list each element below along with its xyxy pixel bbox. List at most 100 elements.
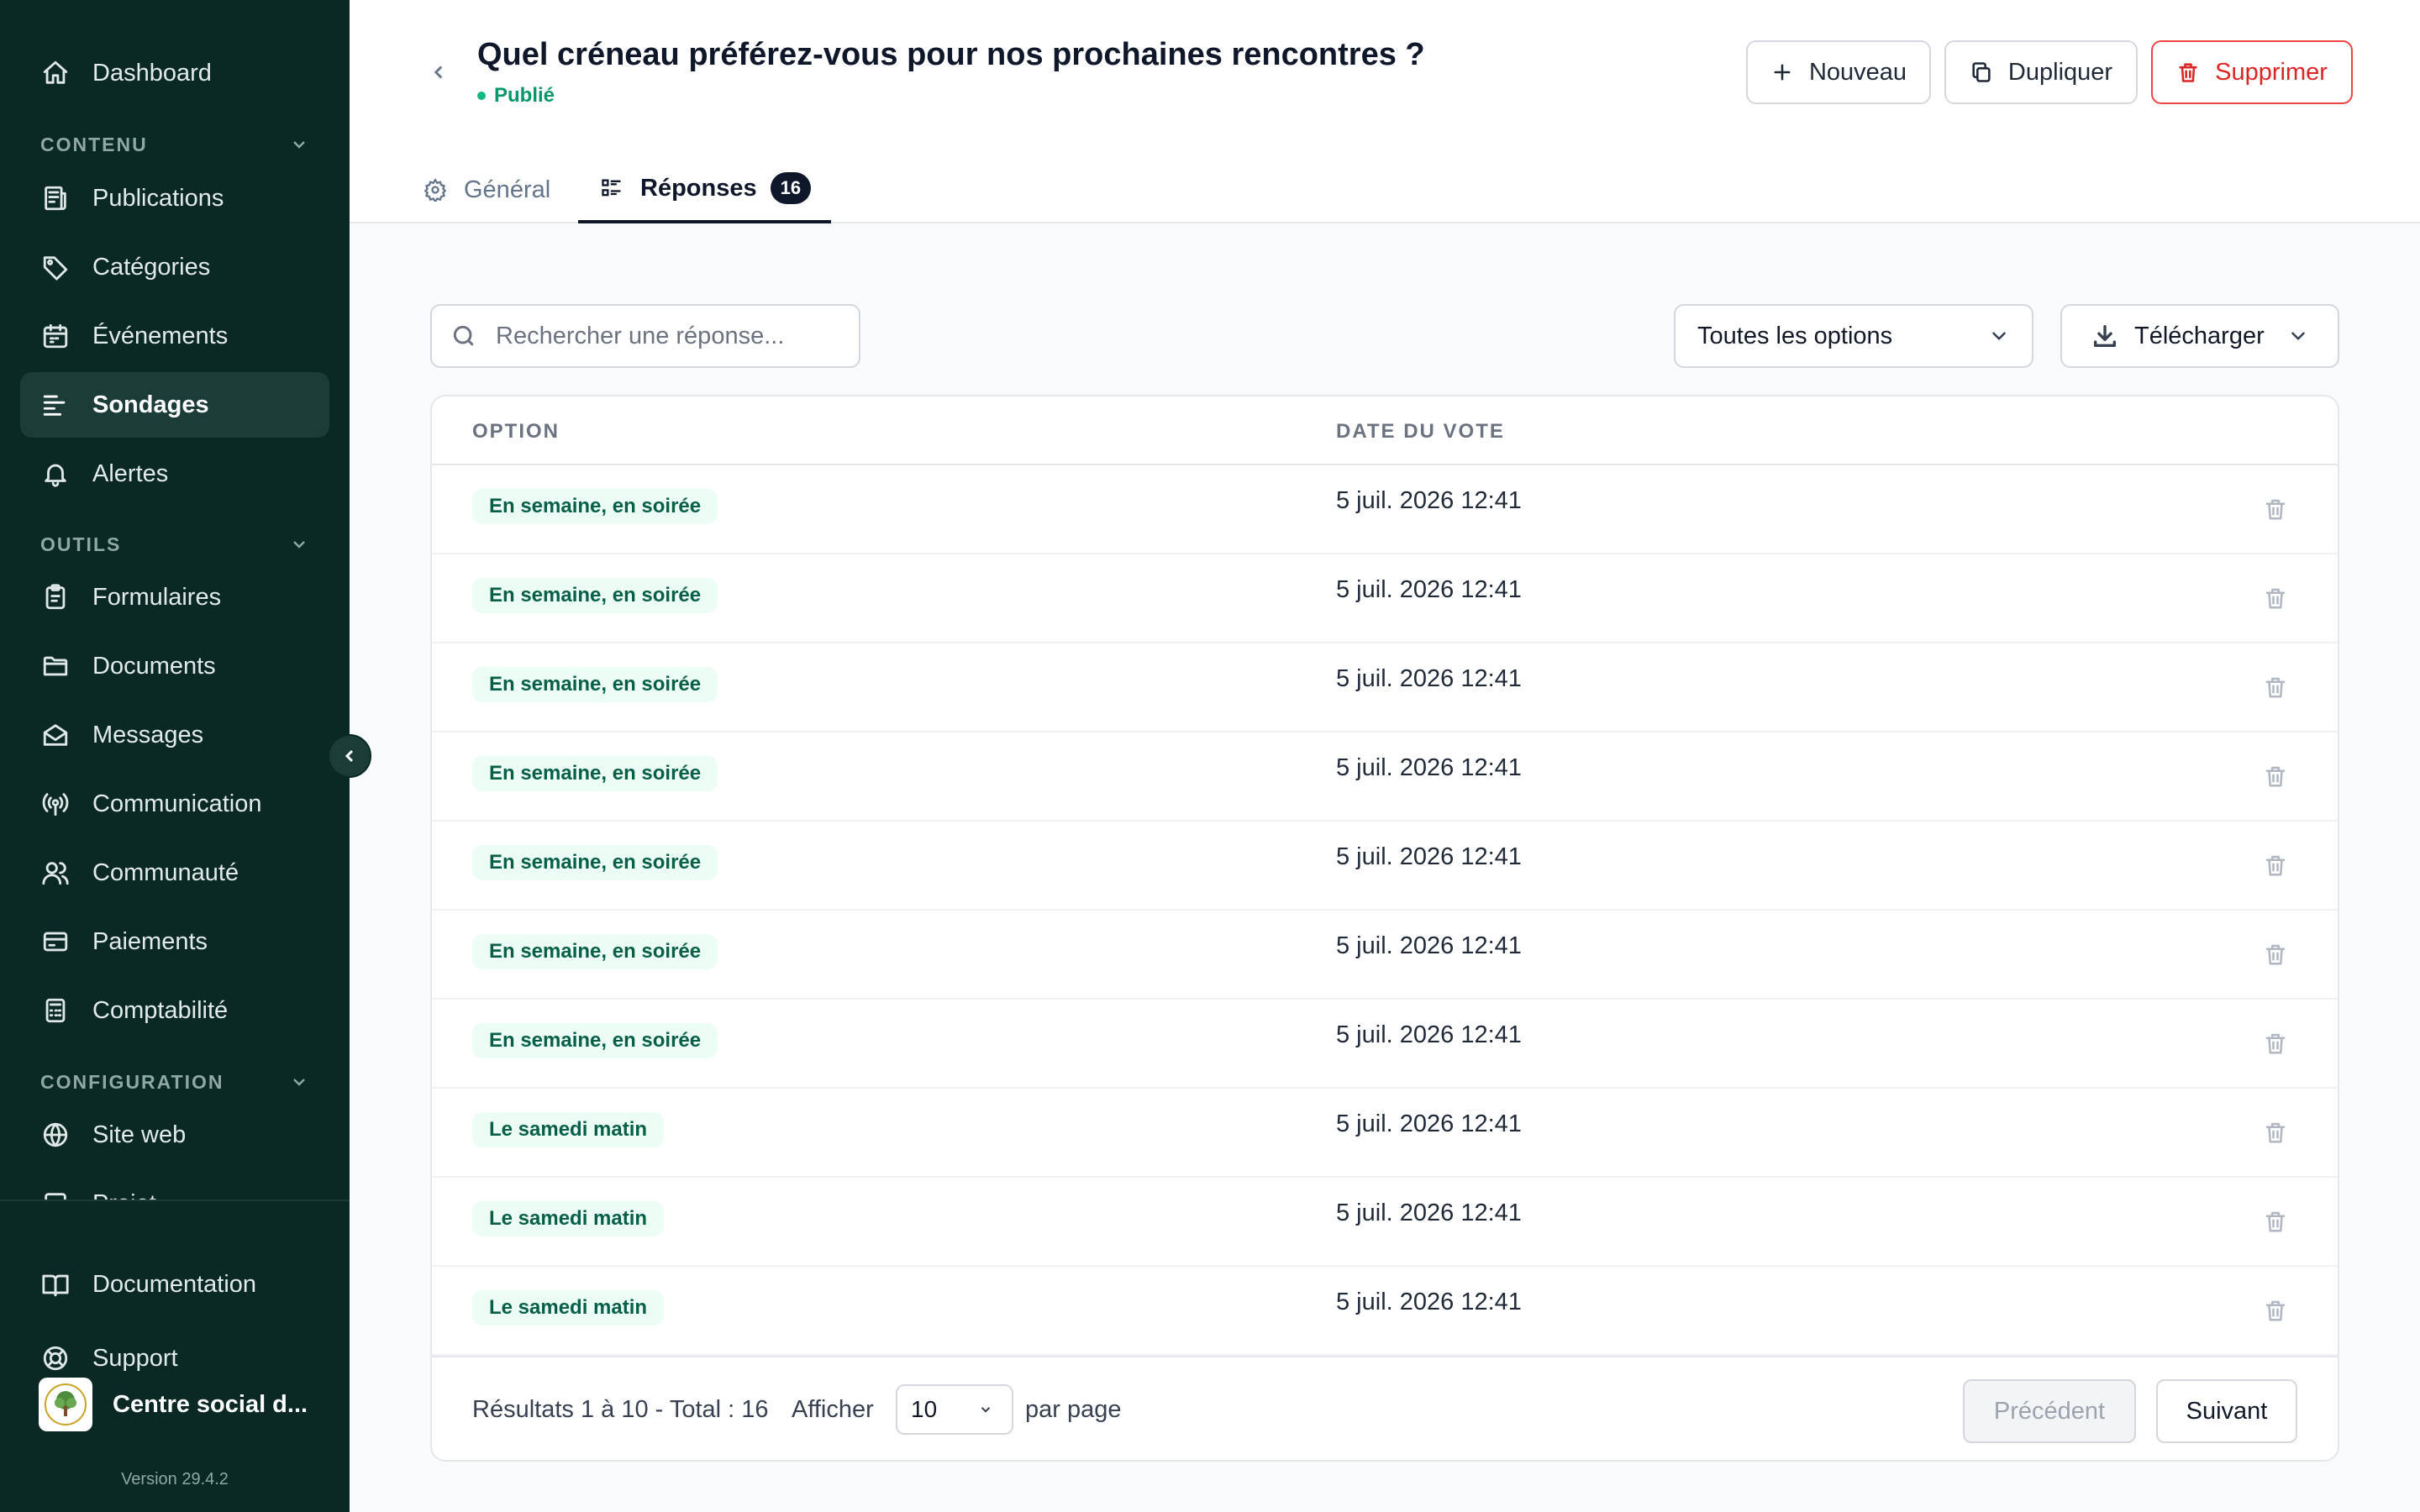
- back-button[interactable]: [422, 55, 455, 89]
- sidebar-item-communication[interactable]: Communication: [20, 771, 329, 837]
- sidebar-item-label: Projet: [92, 1190, 156, 1200]
- status-badge: Publié: [477, 84, 555, 108]
- previous-page-button[interactable]: Précédent: [1963, 1379, 2136, 1443]
- table-row: En semaine, en soirée 5 juil. 2026 12:41: [432, 643, 2338, 732]
- trash-icon: [2265, 1300, 2286, 1321]
- sidebar-item-alertes[interactable]: Alertes: [20, 441, 329, 507]
- list-details-icon: [602, 179, 621, 197]
- sidebar-item-documentation[interactable]: Documentation: [20, 1252, 329, 1317]
- option-badge: En semaine, en soirée: [472, 489, 718, 524]
- table-row: En semaine, en soirée 5 juil. 2026 12:41: [432, 911, 2338, 1000]
- option-badge: En semaine, en soirée: [472, 1023, 718, 1058]
- sidebar: Dashboard CONTENU Publications Catégorie…: [0, 0, 350, 1512]
- users-icon: [40, 858, 71, 888]
- sidebar-item-comptabilite[interactable]: Comptabilité: [20, 978, 329, 1043]
- sidebar-item-projet[interactable]: Projet: [20, 1171, 329, 1200]
- search-icon: [453, 325, 474, 346]
- sidebar-item-dashboard[interactable]: Dashboard: [20, 40, 329, 106]
- tab-responses[interactable]: Réponses 16: [578, 156, 832, 223]
- delete-response-button[interactable]: [2260, 761, 2291, 791]
- download-button[interactable]: Télécharger: [2060, 304, 2339, 368]
- sidebar-item-label: Messages: [92, 721, 204, 748]
- option-badge: En semaine, en soirée: [472, 578, 718, 613]
- sidebar-item-label: Comptabilité: [92, 996, 229, 1024]
- sidebar-item-label: Documents: [92, 652, 216, 680]
- responses-table: OPTION DATE DU VOTE En semaine, en soiré…: [430, 395, 2339, 1462]
- collapse-sidebar-button[interactable]: [328, 734, 371, 778]
- sidebar-item-formulaires[interactable]: Formulaires: [20, 564, 329, 630]
- section-configuration[interactable]: CONFIGURATION: [40, 1065, 309, 1099]
- delete-response-button[interactable]: [2260, 672, 2291, 702]
- lifebuoy-icon: [40, 1343, 71, 1373]
- sidebar-item-label: Paiements: [92, 927, 208, 955]
- sidebar-item-label: Publications: [92, 184, 224, 212]
- organization-switcher[interactable]: Centre social d...: [39, 1378, 324, 1431]
- vote-date: 5 juil. 2026 12:41: [1336, 487, 1522, 514]
- next-page-button[interactable]: Suivant: [2156, 1379, 2297, 1443]
- trash-icon: [2265, 1211, 2286, 1232]
- sidebar-item-site-web[interactable]: Site web: [20, 1102, 329, 1168]
- chevron-down-icon: [981, 1407, 991, 1413]
- section-label: CONTENU: [40, 133, 148, 155]
- sidebar-nav[interactable]: Dashboard CONTENU Publications Catégorie…: [0, 0, 350, 1200]
- search-input[interactable]: [496, 322, 849, 350]
- search-field[interactable]: [430, 304, 860, 368]
- show-label: Afficher: [792, 1396, 874, 1423]
- delete-response-button[interactable]: [2260, 1206, 2291, 1236]
- sidebar-item-messages[interactable]: Messages: [20, 702, 329, 768]
- sidebar-item-categories[interactable]: Catégories: [20, 234, 329, 300]
- trash-icon: [2265, 944, 2286, 965]
- delete-button[interactable]: Supprimer: [2151, 40, 2353, 104]
- sidebar-item-documents[interactable]: Documents: [20, 633, 329, 699]
- option-badge: Le samedi matin: [472, 1201, 665, 1236]
- delete-response-button[interactable]: [2260, 494, 2291, 524]
- option-badge: En semaine, en soirée: [472, 756, 718, 791]
- sidebar-item-label: Catégories: [92, 253, 211, 281]
- per-page-label: par page: [1025, 1396, 1122, 1423]
- sidebar-item-paiements[interactable]: Paiements: [20, 909, 329, 974]
- app-version: Version 29.4.2: [121, 1470, 229, 1488]
- calendar-icon: [40, 321, 71, 351]
- newspaper-icon: [40, 183, 71, 213]
- tab-general[interactable]: Général: [424, 156, 550, 223]
- duplicate-button[interactable]: Dupliquer: [1944, 40, 2138, 104]
- delete-response-button[interactable]: [2260, 1117, 2291, 1147]
- section-outils[interactable]: OUTILS: [40, 528, 309, 561]
- delete-response-button[interactable]: [2260, 1295, 2291, 1326]
- bell-icon: [40, 459, 71, 489]
- download-icon: [2093, 324, 2117, 348]
- new-button[interactable]: Nouveau: [1746, 40, 1931, 104]
- delete-response-button[interactable]: [2260, 583, 2291, 613]
- trash-icon: [2265, 677, 2286, 698]
- sidebar-item-label: Formulaires: [92, 583, 222, 611]
- status-dot: [477, 92, 486, 100]
- sidebar-item-publications[interactable]: Publications: [20, 165, 329, 231]
- delete-response-button[interactable]: [2260, 850, 2291, 880]
- column-header-date[interactable]: DATE DU VOTE: [1336, 420, 1505, 444]
- section-label: CONFIGURATION: [40, 1070, 224, 1093]
- sidebar-item-sondages[interactable]: Sondages: [20, 372, 329, 438]
- section-contenu[interactable]: CONTENU: [40, 128, 309, 161]
- per-page-select[interactable]: 10: [896, 1384, 1013, 1435]
- option-badge: En semaine, en soirée: [472, 667, 718, 702]
- sidebar-item-label: Communauté: [92, 858, 239, 886]
- organization-name: Centre social d...: [113, 1390, 308, 1418]
- organization-logo: [39, 1378, 92, 1431]
- sidebar-item-evenements[interactable]: Événements: [20, 303, 329, 369]
- trash-icon: [2265, 1033, 2286, 1054]
- clipboard-icon: [40, 582, 71, 612]
- option-badge: Le samedi matin: [472, 1290, 665, 1326]
- sidebar-item-label: Support: [92, 1344, 178, 1372]
- table-row: En semaine, en soirée 5 juil. 2026 12:41: [432, 554, 2338, 643]
- delete-response-button[interactable]: [2260, 939, 2291, 969]
- sidebar-item-communaute[interactable]: Communauté: [20, 840, 329, 906]
- delete-response-button[interactable]: [2260, 1028, 2291, 1058]
- column-header-option[interactable]: OPTION: [472, 420, 560, 444]
- option-filter-select[interactable]: Toutes les options: [1674, 304, 2033, 368]
- calculator-icon: [40, 995, 71, 1026]
- vote-date: 5 juil. 2026 12:41: [1336, 1289, 1522, 1315]
- tree-logo-icon: [45, 1383, 87, 1425]
- sidebar-item-label: Documentation: [92, 1270, 257, 1298]
- download-label: Télécharger: [2134, 322, 2265, 349]
- option-badge: En semaine, en soirée: [472, 845, 718, 880]
